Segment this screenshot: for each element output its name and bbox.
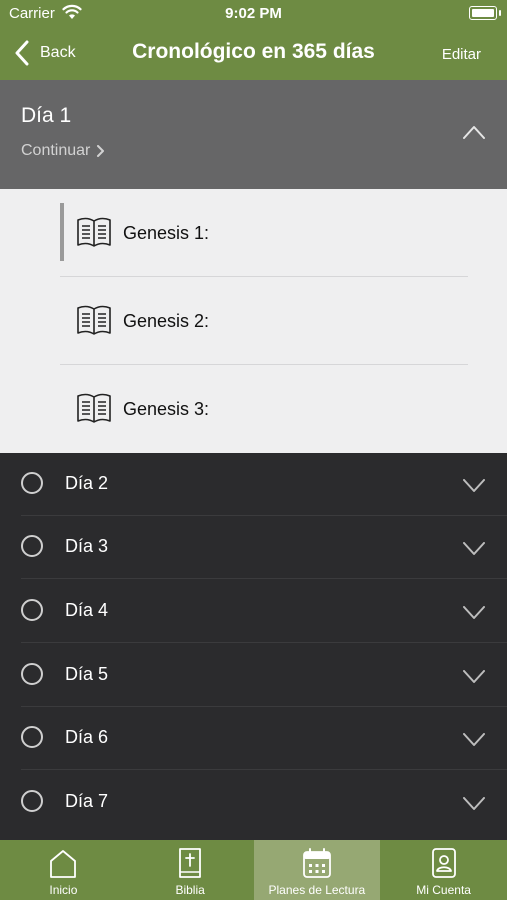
tab-label: Inicio <box>49 883 78 897</box>
day-row[interactable]: Día 5 <box>0 644 507 707</box>
chevron-up-icon[interactable] <box>463 125 485 139</box>
reading-label: Genesis 2: <box>123 311 210 331</box>
divider <box>21 769 507 770</box>
day-label: Día 7 <box>65 791 109 811</box>
chevron-right-icon <box>97 145 105 157</box>
continue-button[interactable]: Continuar <box>21 142 105 160</box>
tab-mi-cuenta[interactable]: Mi Cuenta <box>380 840 507 900</box>
day-label: Día 4 <box>65 600 109 620</box>
bible-icon <box>179 848 202 878</box>
tab-bar: Inicio Biblia Planes de Lectura Mi Cuent… <box>0 840 507 900</box>
reading-label: Genesis 3: <box>123 399 210 419</box>
chevron-down-icon <box>463 542 485 555</box>
day-1-header[interactable]: Día 1 Continuar <box>0 80 507 189</box>
page-title: Cronológico en 365 días <box>132 40 375 63</box>
current-reading-marker <box>60 203 64 261</box>
app-screen: Carrier 9:02 PM Back Cronológico en 365 … <box>0 0 507 900</box>
tab-biblia[interactable]: Biblia <box>127 840 254 900</box>
reading-item[interactable]: Genesis 2: <box>60 277 468 365</box>
day-row[interactable]: Día 4 <box>0 580 507 643</box>
open-book-icon <box>77 305 111 335</box>
tab-planes-de-lectura[interactable]: Planes de Lectura <box>253 840 381 900</box>
reading-label: Genesis 1: <box>123 223 210 243</box>
day-status-circle[interactable] <box>21 663 43 685</box>
chevron-down-icon <box>463 606 485 619</box>
reading-item[interactable]: Genesis 1: <box>60 189 468 277</box>
account-icon <box>431 848 456 878</box>
day-status-circle[interactable] <box>21 790 43 812</box>
tab-label: Planes de Lectura <box>268 883 366 897</box>
day-1-title: Día 1 <box>21 104 72 127</box>
day-label: Día 3 <box>65 536 109 556</box>
clock-label: 9:02 PM <box>225 5 282 22</box>
chevron-down-icon <box>463 797 485 810</box>
calendar-icon <box>302 848 331 878</box>
tab-inicio[interactable]: Inicio <box>0 840 127 900</box>
day-status-circle[interactable] <box>21 599 43 621</box>
day-status-circle[interactable] <box>21 535 43 557</box>
tab-label: Biblia <box>175 883 205 897</box>
edit-button[interactable]: Editar <box>442 46 481 63</box>
status-bar: Carrier 9:02 PM <box>0 0 507 28</box>
day-row[interactable]: Día 6 <box>0 707 507 770</box>
continue-label: Continuar <box>21 142 91 159</box>
day-label: Día 6 <box>65 727 109 747</box>
home-icon <box>50 850 77 878</box>
divider <box>21 642 507 643</box>
battery-icon <box>469 6 501 20</box>
divider <box>21 578 507 579</box>
top-bar: Carrier 9:02 PM Back Cronológico en 365 … <box>0 0 507 80</box>
tab-label: Mi Cuenta <box>416 883 471 897</box>
day-label: Día 2 <box>65 473 109 493</box>
day-1-readings: Genesis 1: Genesis 2: Genesis 3: <box>0 189 507 453</box>
day-label: Día 5 <box>65 664 109 684</box>
reading-item[interactable]: Genesis 3: <box>60 365 468 453</box>
day-row[interactable]: Día 7 <box>0 771 507 834</box>
day-status-circle[interactable] <box>21 726 43 748</box>
day-row[interactable]: Día 3 <box>0 516 507 579</box>
open-book-icon <box>77 393 111 423</box>
day-row[interactable]: Día 2 <box>0 453 507 516</box>
chevron-down-icon <box>463 479 485 492</box>
chevron-down-icon <box>463 733 485 746</box>
open-book-icon <box>77 217 111 247</box>
chevron-down-icon <box>463 670 485 683</box>
day-status-circle[interactable] <box>21 472 43 494</box>
